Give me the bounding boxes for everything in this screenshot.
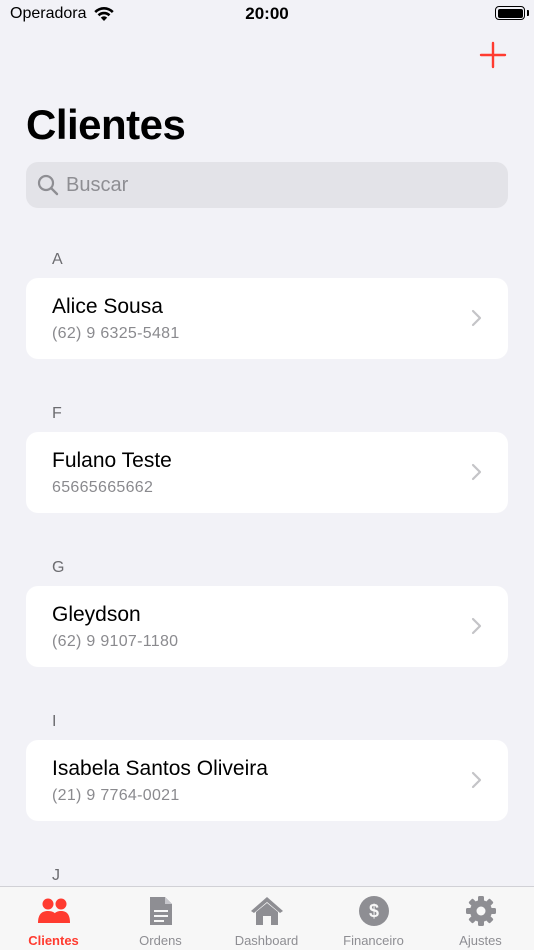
client-name: Fulano Teste (52, 449, 172, 472)
document-icon (149, 897, 172, 925)
client-row-isabela-santos-oliveira[interactable]: Isabela Santos Oliveira (21) 9 7764-0021 (26, 740, 508, 821)
battery-icon (495, 6, 525, 20)
chevron-right-icon (471, 309, 482, 327)
chevron-right-icon (471, 617, 482, 635)
status-time: 20:00 (245, 4, 289, 23)
dollar-icon: $ (358, 896, 389, 926)
add-client-button[interactable] (478, 40, 508, 70)
tab-dashboard[interactable]: Dashboard (213, 887, 320, 950)
client-name: Isabela Santos Oliveira (52, 757, 268, 780)
chevron-right-icon (471, 463, 482, 481)
section-header-j: J (52, 867, 60, 884)
page-title: Clientes (26, 101, 186, 148)
tab-label: Ajustes (459, 933, 502, 948)
client-row-fulano-teste[interactable]: Fulano Teste 65665665662 (26, 432, 508, 513)
status-bar: Operadora 20:00 (0, 0, 534, 30)
tab-clientes[interactable]: Clientes (0, 887, 107, 950)
tab-ordens[interactable]: Ordens (107, 887, 214, 950)
client-phone: (21) 9 7764-0021 (52, 787, 180, 804)
battery-cap (527, 10, 529, 16)
client-row-gleydson[interactable]: Gleydson (62) 9 9107-1180 (26, 586, 508, 667)
search-input[interactable] (66, 173, 486, 197)
section-header-i: I (52, 713, 57, 730)
search-icon (37, 174, 59, 196)
tab-bar: Clientes Ordens Dashboard $ Financeiro A… (0, 886, 534, 950)
search-bar[interactable] (26, 162, 508, 208)
client-phone: 65665665662 (52, 479, 154, 496)
house-icon (250, 897, 283, 925)
svg-text:$: $ (368, 901, 378, 921)
client-name: Gleydson (52, 603, 141, 626)
client-name: Alice Sousa (52, 295, 163, 318)
plus-icon (479, 41, 507, 69)
client-row-alice-sousa[interactable]: Alice Sousa (62) 9 6325-5481 (26, 278, 508, 359)
tab-label: Clientes (28, 933, 79, 948)
tab-ajustes[interactable]: Ajustes (427, 887, 534, 950)
chevron-right-icon (471, 771, 482, 789)
client-phone: (62) 9 6325-5481 (52, 325, 180, 342)
section-header-a: A (52, 251, 63, 268)
tab-label: Financeiro (343, 933, 404, 948)
client-phone: (62) 9 9107-1180 (52, 633, 179, 650)
gear-icon (465, 896, 496, 926)
tab-financeiro[interactable]: $ Financeiro (320, 887, 427, 950)
tab-label: Dashboard (234, 933, 299, 948)
people-icon (37, 898, 70, 923)
section-header-f: F (52, 405, 62, 422)
section-header-g: G (52, 559, 65, 576)
tab-label: Ordens (139, 933, 182, 948)
